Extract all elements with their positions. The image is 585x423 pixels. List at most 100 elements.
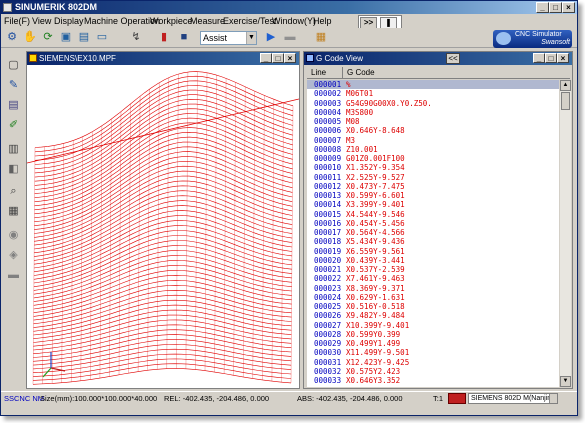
measure-icon[interactable]: ▦ — [6, 204, 21, 218]
gcode-line-number: 000001 — [314, 80, 342, 89]
viewport-close-button[interactable]: × — [284, 53, 296, 63]
gcode-row[interactable]: 000001% — [307, 80, 559, 89]
gcode-row[interactable]: 000032 X0.575Y2.423 — [307, 367, 559, 376]
gcode-line-number: 000004 — [314, 107, 342, 117]
gcode-row[interactable]: 000007 M3 — [307, 136, 559, 145]
gcode-minimize-button[interactable]: _ — [533, 53, 545, 63]
column-line[interactable]: Line — [307, 67, 343, 79]
close-button[interactable]: × — [562, 2, 575, 13]
gcode-text: X1.352Y-9.354 — [346, 163, 405, 173]
gcode-row[interactable]: 000024 X0.629Y-1.631 — [307, 293, 559, 302]
tool-path-icon[interactable]: ↯ — [129, 30, 143, 44]
simulation-viewport[interactable]: SIEMENS\EX10.MPF _ □ × — [26, 51, 300, 389]
gcode-row[interactable]: 000027 X10.399Y-9.401 — [307, 321, 559, 330]
monitor-icon[interactable]: ▭ — [95, 30, 109, 44]
controller-select[interactable]: SIEMENS 802D M(Nanjin — [468, 393, 558, 404]
gcode-row[interactable]: 000015 X4.544Y-9.546 — [307, 210, 559, 219]
menu-workpiece[interactable]: Workpiece — [150, 14, 192, 28]
vertical-scrollbar[interactable]: ▲ ▼ — [560, 80, 571, 387]
gcode-row[interactable]: 000029 X0.499Y1.499 — [307, 339, 559, 348]
gcode-row[interactable]: 000018 X5.434Y-9.436 — [307, 237, 559, 246]
gcode-text: X4.544Y-9.546 — [346, 209, 405, 219]
gcode-row[interactable]: 000004 M3S800 — [307, 108, 559, 117]
disabled-icon-1[interactable]: ◉ — [6, 228, 21, 242]
gcode-row[interactable]: 000003 G54G90G00X0.Y0.Z50. — [307, 99, 559, 108]
menu-view[interactable]: View — [32, 14, 51, 28]
status-mode: SSCNC NM — [4, 394, 45, 403]
play-icon[interactable]: ▶ — [264, 30, 278, 44]
gcode-row[interactable]: 000014 X3.399Y-9.401 — [307, 200, 559, 209]
gcode-maximize-button[interactable]: □ — [545, 53, 557, 63]
gcode-row[interactable]: 000025 X0.516Y-0.518 — [307, 302, 559, 311]
gcode-text: X9.482Y-9.484 — [346, 311, 405, 321]
gcode-row[interactable]: 000011 X2.525Y-9.527 — [307, 173, 559, 182]
collapse-button[interactable]: << — [446, 53, 460, 64]
gcode-title-bar: G Code View << _ □ × — [304, 52, 572, 65]
select-icon[interactable]: ▢ — [6, 58, 21, 72]
menu-measure[interactable]: Measure — [190, 14, 225, 28]
edit-icon[interactable]: ✎ — [6, 78, 21, 92]
parameter-icon[interactable]: ✐ — [6, 118, 21, 132]
menu-file[interactable]: File(F) — [4, 14, 30, 28]
disabled-icon-2[interactable]: ◈ — [6, 248, 21, 262]
gcode-row[interactable]: 000009 G01Z0.001F100 — [307, 154, 559, 163]
gcode-row[interactable]: 000005 M08 — [307, 117, 559, 126]
scroll-down-icon[interactable]: ▼ — [560, 376, 571, 387]
gcode-row[interactable]: 000026 X9.482Y-9.484 — [307, 311, 559, 320]
gcode-row[interactable]: 000020 X0.439Y-3.441 — [307, 256, 559, 265]
controller-chevron-icon — [549, 394, 557, 403]
menu-window[interactable]: Window(Y) — [272, 14, 316, 28]
menu-help[interactable]: Help — [313, 14, 332, 28]
gcode-row[interactable]: 000019 X6.559Y-9.561 — [307, 247, 559, 256]
zoom-icon[interactable]: ⌕ — [6, 184, 21, 198]
gcode-row[interactable]: 000012 X0.473Y-7.475 — [307, 182, 559, 191]
disabled-icon-3[interactable]: ▬ — [6, 268, 21, 282]
mode-select[interactable]: Assist ▼ — [200, 31, 257, 45]
gcode-text: G54G90G00X0.Y0.Z50. — [346, 98, 432, 108]
maximize-button[interactable]: □ — [549, 2, 562, 13]
scroll-thumb[interactable] — [561, 92, 570, 110]
menu-display[interactable]: Display — [54, 14, 84, 28]
tool-icon[interactable]: ◧ — [6, 162, 21, 176]
gcode-close-button[interactable]: × — [557, 53, 569, 63]
gcode-row[interactable]: 000033 X0.646Y3.352 — [307, 376, 559, 385]
program-icon[interactable]: ▤ — [6, 98, 21, 112]
menu-bar: File(F) View Display Machine Operation W… — [1, 14, 577, 28]
tool-magazine-icon[interactable]: ▦ — [314, 30, 328, 44]
gcode-row[interactable]: 000017 X0.564Y-4.566 — [307, 228, 559, 237]
toolpath-canvas[interactable] — [27, 65, 299, 388]
gcode-row[interactable]: 000030 X11.499Y-9.501 — [307, 348, 559, 357]
menu-machine-operation[interactable]: Machine Operation — [84, 14, 160, 28]
gcode-row[interactable]: 000002 M06T01 — [307, 89, 559, 98]
gcode-row[interactable]: 000006 X0.646Y-8.648 — [307, 126, 559, 135]
gcode-line-number: 000010 — [314, 163, 342, 173]
rotate-icon[interactable]: ⟳ — [41, 30, 55, 44]
hand-icon[interactable]: ✋ — [23, 30, 37, 44]
save-icon[interactable]: ■ — [177, 30, 191, 44]
minimize-button[interactable]: _ — [536, 2, 549, 13]
gcode-text: X0.599Y-6.601 — [346, 191, 405, 200]
offset-icon[interactable]: ▥ — [6, 142, 21, 156]
gcode-row[interactable]: 000008 Z10.001 — [307, 145, 559, 154]
viewport-maximize-button[interactable]: □ — [272, 53, 284, 63]
view-reset-icon[interactable]: ▣ — [59, 30, 73, 44]
gcode-line-number: 000028 — [314, 329, 342, 339]
column-gcode[interactable]: G Code — [343, 67, 570, 79]
scroll-up-icon[interactable]: ▲ — [560, 80, 571, 91]
gcode-view-window: G Code View << _ □ × Line G Code 000001%… — [303, 51, 573, 389]
zoom-window-icon[interactable]: ▤ — [77, 30, 91, 44]
gcode-row[interactable]: 000023 X8.369Y-9.371 — [307, 284, 559, 293]
gcode-list[interactable]: 000001% 000002 M06T01 000003 G54G90G00X0.Y0.… — [307, 80, 559, 387]
spindle-icon[interactable]: ▮ — [157, 30, 171, 44]
viewport-minimize-button[interactable]: _ — [260, 53, 272, 63]
gcode-row[interactable]: 000013 X0.599Y-6.601 — [307, 191, 559, 200]
gcode-row[interactable]: 000022 X7.461Y-9.463 — [307, 274, 559, 283]
gcode-row[interactable]: 000016 X0.454Y-5.456 — [307, 219, 559, 228]
gcode-row[interactable]: 000010 X1.352Y-9.354 — [307, 163, 559, 172]
gcode-row[interactable]: 000028 X0.599Y0.399 — [307, 330, 559, 339]
gcode-row[interactable]: 000031 X12.423Y-9.425 — [307, 358, 559, 367]
gcode-row[interactable]: 000021 X0.537Y-2.539 — [307, 265, 559, 274]
stop-icon[interactable]: ▬ — [283, 30, 297, 44]
machine-icon[interactable]: ⚙ — [5, 30, 19, 44]
menu-exercise-test[interactable]: Exercise/Test — [223, 14, 277, 28]
